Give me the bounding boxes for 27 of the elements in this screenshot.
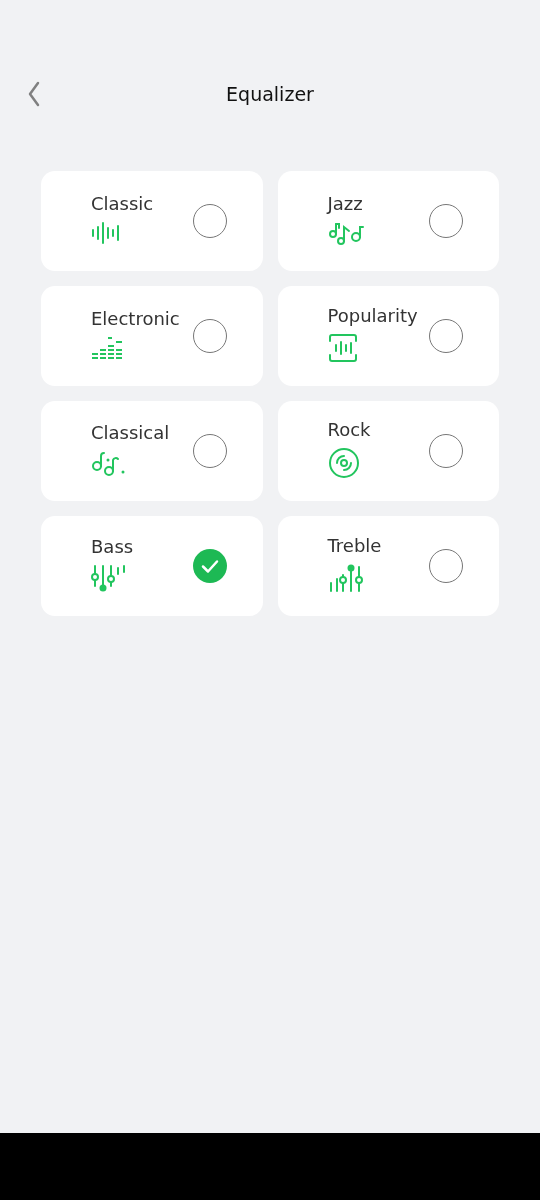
preset-label: Treble	[327, 535, 382, 556]
preset-card[interactable]: Rock	[277, 401, 499, 501]
radio-button[interactable]	[192, 549, 227, 583]
preset-label: Rock	[327, 419, 371, 440]
preset-label: Classic	[91, 193, 154, 214]
preset-label: Jazz	[327, 193, 363, 214]
music-notes-icon	[327, 221, 366, 245]
preset-card[interactable]: Popularity	[277, 286, 499, 386]
disc-icon	[327, 447, 360, 479]
radio-button[interactable]	[429, 204, 463, 238]
sliders-icon	[91, 564, 127, 592]
sliders-icon	[327, 563, 364, 593]
music-notes-icon	[91, 450, 127, 476]
preset-label: Popularity	[327, 305, 418, 326]
equalizer-icon	[91, 336, 125, 360]
preset-card[interactable]: Treble	[277, 516, 499, 616]
voice-icon	[327, 333, 358, 363]
preset-card[interactable]: Electronic	[41, 286, 263, 386]
preset-card[interactable]: Jazz	[277, 171, 499, 271]
preset-label: Classical	[91, 422, 170, 443]
preset-label: Bass	[91, 536, 134, 557]
preset-card[interactable]: Bass	[41, 516, 263, 616]
preset-label: Electronic	[91, 308, 180, 329]
back-icon[interactable]	[27, 80, 41, 108]
preset-card[interactable]: Classical	[41, 401, 263, 501]
page-title: Equalizer	[226, 83, 314, 105]
preset-card[interactable]: Classic	[41, 171, 263, 271]
